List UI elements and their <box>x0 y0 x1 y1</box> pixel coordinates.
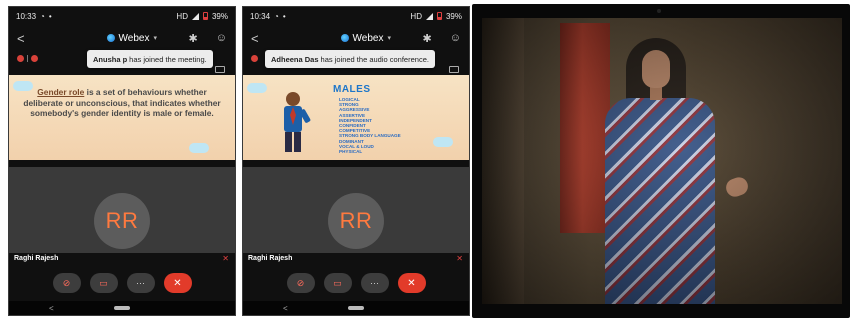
video-button[interactable]: ▭ <box>89 273 118 293</box>
participants-icon[interactable]: ☺ <box>450 32 461 44</box>
status-bar: 10:34 ◔ • HD 39% <box>243 7 469 25</box>
signal-icon <box>191 12 199 20</box>
phone-screenshot-2: 10:34 ◔ • HD 39% < Webex ▾ ✱ ☺ Adheena D… <box>242 6 470 316</box>
mic-off-icon: ⊘ <box>296 277 305 288</box>
slide-definition: Gender role is a set of behaviours wheth… <box>19 87 225 119</box>
participants-icon[interactable]: ☺ <box>216 32 227 44</box>
camera-off-icon: ▭ <box>333 277 342 288</box>
webex-menu[interactable]: Webex ▾ <box>106 32 157 44</box>
layout-icon[interactable] <box>449 66 459 73</box>
avatar: RR <box>328 193 384 249</box>
webex-title: Webex <box>118 32 150 44</box>
chevron-down-icon: ▾ <box>153 35 157 42</box>
status-time: 10:33 <box>16 11 37 21</box>
joined-user-name: Adheena Das <box>271 54 319 64</box>
status-time: 10:34 <box>250 11 271 21</box>
nav-home-pill[interactable] <box>348 306 364 310</box>
mute-button[interactable]: ⊘ <box>52 273 81 293</box>
recording-indicator <box>251 55 258 62</box>
divider <box>27 55 28 62</box>
recording-dot-icon <box>17 55 24 62</box>
close-icon: ✕ <box>173 277 182 289</box>
battery-percent: 39% <box>211 11 228 21</box>
join-message: has joined the meeting. <box>129 54 207 64</box>
layout-icon[interactable] <box>215 66 225 73</box>
slide-title: MALES <box>333 84 371 95</box>
trait-item: PHYSICAL <box>339 149 363 155</box>
bluetooth-icon[interactable]: ✱ <box>423 32 432 45</box>
close-icon: ✕ <box>407 277 416 289</box>
phone-screenshot-1: 10:33 ◔ • HD 39% < Webex ▾ ✱ ☺ Anusha p … <box>8 6 236 316</box>
trait-list: LOGICAL STRONG AGGRESSIVE ASSERTIVE INDE… <box>339 97 401 154</box>
more-button[interactable]: ··· <box>126 273 155 293</box>
presenter-video <box>482 18 842 304</box>
webex-title: Webex <box>352 32 384 44</box>
notification-dot-icon: • <box>48 11 52 21</box>
webex-logo-icon <box>340 34 349 42</box>
network-label: HD <box>410 11 422 21</box>
back-chevron-icon[interactable]: < <box>251 31 265 46</box>
webex-logo-icon <box>106 34 115 42</box>
meeting-top-bar: < Webex ▾ ✱ ☺ <box>9 26 235 50</box>
nav-back-icon[interactable]: < <box>283 304 288 313</box>
status-bar: 10:33 ◔ • HD 39% <box>9 7 235 25</box>
participant-name: Raghi Rajesh <box>14 255 59 262</box>
recording-indicator <box>17 55 38 62</box>
battery-percent: 39% <box>445 11 462 21</box>
nav-back-icon[interactable]: < <box>49 304 54 313</box>
network-label: HD <box>176 11 188 21</box>
bluetooth-icon[interactable]: ✱ <box>189 32 198 45</box>
meeting-top-bar: < Webex ▾ ✱ ☺ <box>243 26 469 50</box>
join-message: has joined the audio conference. <box>320 54 429 64</box>
screen-vignette <box>482 18 842 304</box>
join-notification: Anusha p has joined the meeting. <box>87 50 213 68</box>
end-call-button[interactable]: ✕ <box>163 273 192 293</box>
more-button[interactable]: ··· <box>360 273 389 293</box>
camera-off-icon: ▭ <box>99 277 108 288</box>
nav-home-pill[interactable] <box>114 306 130 310</box>
cloud-decoration <box>433 137 453 147</box>
lock-dot-icon <box>31 55 38 62</box>
video-button[interactable]: ▭ <box>323 273 352 293</box>
battery-icon <box>202 12 208 20</box>
muted-mic-icon: ✕ <box>456 254 463 263</box>
webcam-dot <box>657 9 661 13</box>
cloud-decoration <box>247 83 267 93</box>
cartoon-man-illustration <box>284 92 311 152</box>
chevron-down-icon: ▾ <box>387 35 391 42</box>
muted-mic-icon: ✕ <box>222 254 229 263</box>
shared-slide: MALES LOGICAL STRONG AGGRESSIVE ASSERTIV… <box>243 75 469 160</box>
webex-menu[interactable]: Webex ▾ <box>340 32 391 44</box>
cloud-decoration <box>189 143 209 153</box>
avatar: RR <box>94 193 150 249</box>
slide-term: Gender role <box>37 87 85 97</box>
battery-icon <box>436 12 442 20</box>
recording-dot-icon <box>251 55 258 62</box>
shared-slide: Gender role is a set of behaviours wheth… <box>9 75 235 160</box>
end-call-button[interactable]: ✕ <box>397 273 426 293</box>
back-chevron-icon[interactable]: < <box>17 31 31 46</box>
joined-user-name: Anusha p <box>93 54 128 64</box>
laptop-screen-photo <box>472 4 850 318</box>
participant-name: Raghi Rajesh <box>248 255 293 262</box>
join-notification: Adheena Das has joined the audio confere… <box>265 50 435 68</box>
whatsapp-icon: ◔ <box>40 11 45 21</box>
ellipsis-icon: ··· <box>370 278 379 288</box>
android-nav-bar: < <box>243 301 469 315</box>
call-controls: ⊘ ▭ ··· ✕ <box>243 273 469 293</box>
notification-dot-icon: • <box>282 11 286 21</box>
ellipsis-icon: ··· <box>136 278 145 288</box>
mic-off-icon: ⊘ <box>62 277 71 288</box>
android-nav-bar: < <box>9 301 235 315</box>
signal-icon <box>425 12 433 20</box>
whatsapp-icon: ◔ <box>274 11 279 21</box>
call-controls: ⊘ ▭ ··· ✕ <box>9 273 235 293</box>
mute-button[interactable]: ⊘ <box>286 273 315 293</box>
